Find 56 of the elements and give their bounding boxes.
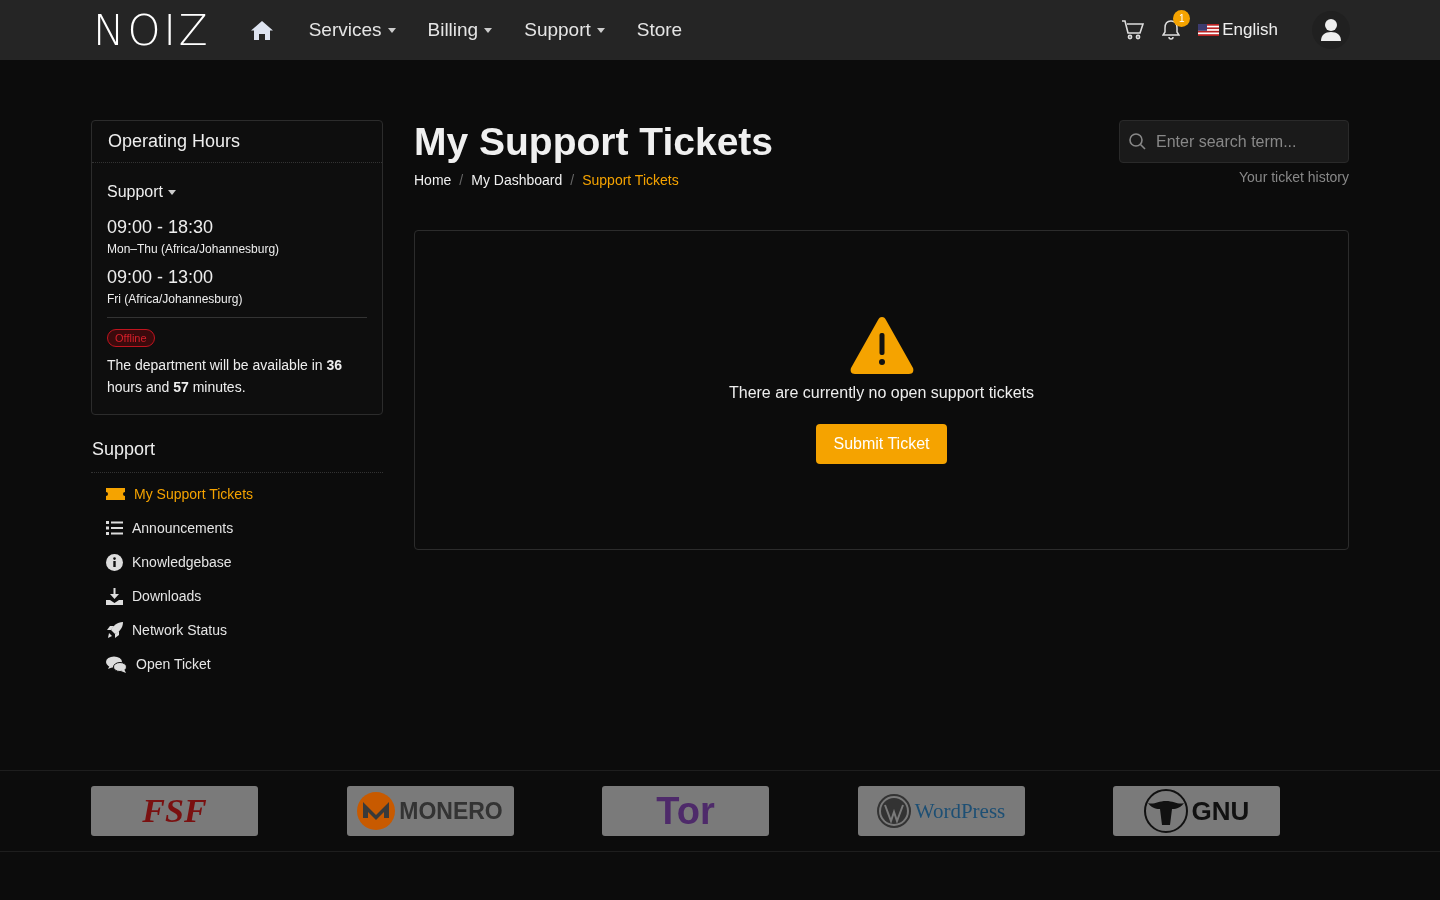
menu-item[interactable]: My Support Tickets	[91, 477, 383, 512]
ticket-history-link[interactable]: Your ticket history	[1239, 169, 1349, 185]
site-logo[interactable]: NOIZ	[93, 5, 211, 55]
menu-item[interactable]: Network Status	[91, 613, 383, 648]
caret-icon	[168, 189, 177, 195]
warning-icon	[849, 316, 914, 374]
home-icon	[250, 20, 273, 40]
status-badge: Offline	[107, 329, 155, 347]
nav-link[interactable]: Support	[524, 19, 605, 41]
hours-text: 09:00 - 13:00	[107, 267, 215, 288]
list-icon	[106, 521, 123, 536]
logo-text: WordPress	[914, 798, 1006, 824]
rocket-icon	[106, 621, 123, 639]
breadcrumb-link[interactable]: My Dashboard	[471, 172, 563, 188]
menu-item[interactable]: Knowledgebase	[91, 545, 383, 580]
page-title: My Support Tickets	[414, 120, 774, 164]
days-text: Fri (Africa/Johannesburg)	[107, 292, 244, 306]
user-icon	[1321, 19, 1341, 41]
hours-text: 09:00 - 18:30	[107, 217, 215, 238]
partner-logo[interactable]: GNU	[1113, 786, 1280, 836]
info-icon	[106, 553, 123, 571]
flag-icon	[1198, 24, 1220, 36]
cart-icon	[1122, 20, 1145, 40]
nav-link[interactable]: Store	[636, 19, 683, 41]
days-text: Mon–Thu (Africa/Johannesburg)	[107, 242, 281, 256]
menu-item[interactable]: Open Ticket	[91, 647, 383, 682]
search-field[interactable]: Enter search term...	[1119, 120, 1349, 163]
download-icon	[106, 587, 123, 605]
user-menu-button[interactable]	[1312, 11, 1350, 49]
ticket-icon	[106, 488, 125, 501]
card-title: Operating Hours	[92, 121, 382, 163]
logo-text: FSF	[142, 792, 207, 830]
chat-icon	[106, 655, 127, 673]
breadcrumb-separator: /	[459, 172, 464, 188]
nav-link[interactable]: Services	[308, 19, 396, 41]
home-link[interactable]	[250, 20, 273, 40]
menu-title: Support	[91, 439, 383, 474]
notification-badge: 1	[1173, 10, 1191, 27]
language-selector[interactable]: English	[1198, 20, 1278, 40]
department-dropdown[interactable]: Support	[107, 183, 367, 201]
nav-link[interactable]: Billing	[427, 19, 493, 41]
monero-icon	[357, 792, 396, 830]
logo-text: Tor	[656, 789, 715, 833]
menu-item[interactable]: Downloads	[91, 579, 383, 614]
bell-icon	[1162, 20, 1181, 40]
availability-message: The department will be available in 36 hours and 57 minutes.	[107, 356, 344, 397]
breadcrumb-link[interactable]: Home	[414, 172, 452, 188]
logo-text: GNU	[1191, 795, 1250, 827]
breadcrumb-link[interactable]: Support Tickets	[582, 172, 679, 188]
search-icon	[1129, 133, 1146, 150]
wordpress-icon	[876, 794, 911, 828]
menu-item[interactable]: Announcements	[91, 511, 383, 546]
buffalo-icon	[1143, 789, 1188, 833]
breadcrumb-separator: /	[570, 172, 575, 188]
empty-message: There are currently no open support tickets	[728, 383, 1034, 402]
logo-text: MONERO	[399, 797, 503, 825]
